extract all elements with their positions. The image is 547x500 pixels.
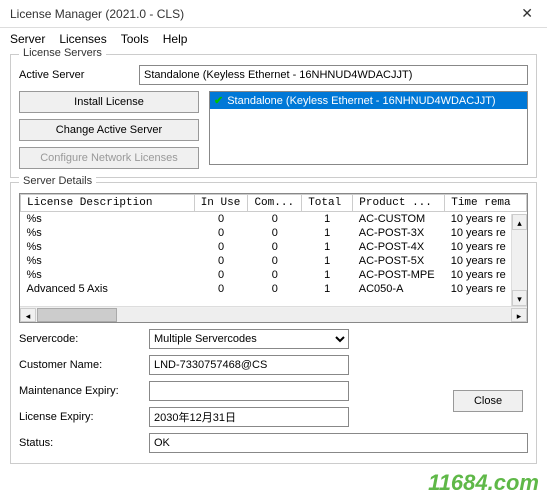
vertical-scrollbar[interactable]: ▴ ▾ [511, 214, 527, 306]
cell-inuse: 0 [194, 212, 248, 227]
cell-inuse: 0 [194, 240, 248, 254]
cell-desc: %s [21, 268, 195, 282]
server-details-group: Server Details License Description In Us… [10, 182, 537, 464]
col-inuse[interactable]: In Use [194, 195, 248, 212]
cell-com: 0 [248, 282, 302, 296]
close-icon[interactable]: ✕ [515, 3, 539, 24]
license-servers-legend: License Servers [19, 47, 106, 59]
status-label: Status: [19, 437, 149, 449]
cell-inuse: 0 [194, 254, 248, 268]
active-server-label: Active Server [19, 69, 139, 81]
col-com[interactable]: Com... [248, 195, 302, 212]
customer-name-label: Customer Name: [19, 359, 149, 371]
cell-inuse: 0 [194, 226, 248, 240]
servercode-label: Servercode: [19, 333, 149, 345]
scroll-thumb[interactable] [37, 308, 117, 322]
cell-com: 0 [248, 254, 302, 268]
scroll-left-icon[interactable]: ◂ [20, 308, 36, 322]
active-server-row: Active Server [19, 65, 528, 85]
maintenance-expiry-field[interactable] [149, 381, 349, 401]
cell-inuse: 0 [194, 268, 248, 282]
check-icon: ✔ [214, 94, 223, 107]
cell-product: AC-CUSTOM [353, 212, 445, 227]
server-list-item-label: Standalone (Keyless Ethernet - 16NHNUD4W… [227, 95, 495, 107]
table-row[interactable]: %s001AC-CUSTOM10 years re [21, 212, 527, 227]
cell-com: 0 [248, 226, 302, 240]
cell-total: 1 [302, 226, 353, 240]
active-server-field[interactable] [139, 65, 528, 85]
maintenance-expiry-label: Maintenance Expiry: [19, 385, 149, 397]
server-list-item[interactable]: ✔ Standalone (Keyless Ethernet - 16NHNUD… [210, 92, 527, 109]
cell-product: AC-POST-4X [353, 240, 445, 254]
cell-desc: Advanced 5 Axis [21, 282, 195, 296]
scroll-up-icon[interactable]: ▴ [512, 214, 527, 230]
menu-licenses[interactable]: Licenses [59, 32, 106, 46]
window-title: License Manager (2021.0 - CLS) [10, 7, 184, 21]
table-row[interactable]: %s001AC-POST-MPE10 years re [21, 268, 527, 282]
cell-com: 0 [248, 268, 302, 282]
scroll-right-icon[interactable]: ▸ [511, 308, 527, 322]
close-button[interactable]: Close [453, 390, 523, 412]
cell-desc: %s [21, 254, 195, 268]
cell-total: 1 [302, 212, 353, 227]
license-expiry-label: License Expiry: [19, 411, 149, 423]
cell-total: 1 [302, 254, 353, 268]
table-row[interactable]: Advanced 5 Axis001AC050-A10 years re [21, 282, 527, 296]
menu-server[interactable]: Server [10, 32, 45, 46]
col-total[interactable]: Total [302, 195, 353, 212]
server-listbox[interactable]: ✔ Standalone (Keyless Ethernet - 16NHNUD… [209, 91, 528, 165]
cell-desc: %s [21, 212, 195, 227]
col-description[interactable]: License Description [21, 195, 195, 212]
cell-com: 0 [248, 212, 302, 227]
cell-product: AC-POST-5X [353, 254, 445, 268]
install-license-button[interactable]: Install License [19, 91, 199, 113]
table-header-row: License Description In Use Com... Total … [21, 195, 527, 212]
col-time[interactable]: Time rema [445, 195, 527, 212]
menu-tools[interactable]: Tools [121, 32, 149, 46]
table-row[interactable]: %s001AC-POST-4X10 years re [21, 240, 527, 254]
license-expiry-field[interactable]: 2030年12月31日 [149, 407, 349, 427]
configure-network-licenses-button: Configure Network Licenses [19, 147, 199, 169]
menu-help[interactable]: Help [163, 32, 188, 46]
customer-name-field[interactable]: LND-7330757468@CS [149, 355, 349, 375]
server-details-legend: Server Details [19, 175, 96, 187]
cell-total: 1 [302, 240, 353, 254]
cell-desc: %s [21, 240, 195, 254]
col-product[interactable]: Product ... [353, 195, 445, 212]
scroll-down-icon[interactable]: ▾ [512, 290, 527, 306]
cell-inuse: 0 [194, 282, 248, 296]
cell-total: 1 [302, 282, 353, 296]
cell-desc: %s [21, 226, 195, 240]
table-row[interactable]: %s001AC-POST-5X10 years re [21, 254, 527, 268]
cell-product: AC-POST-MPE [353, 268, 445, 282]
cell-total: 1 [302, 268, 353, 282]
license-servers-group: License Servers Active Server Install Li… [10, 54, 537, 178]
change-active-server-button[interactable]: Change Active Server [19, 119, 199, 141]
license-table: License Description In Use Com... Total … [19, 193, 528, 323]
status-field[interactable] [149, 433, 528, 453]
cell-product: AC-POST-3X [353, 226, 445, 240]
table-row[interactable]: %s001AC-POST-3X10 years re [21, 226, 527, 240]
watermark: 11684.com [428, 470, 539, 496]
horizontal-scrollbar[interactable]: ◂ ▸ [20, 306, 527, 322]
titlebar: License Manager (2021.0 - CLS) ✕ [0, 0, 547, 28]
servercode-select[interactable]: Multiple Servercodes [149, 329, 349, 349]
cell-product: AC050-A [353, 282, 445, 296]
cell-com: 0 [248, 240, 302, 254]
scroll-track[interactable] [37, 308, 510, 322]
